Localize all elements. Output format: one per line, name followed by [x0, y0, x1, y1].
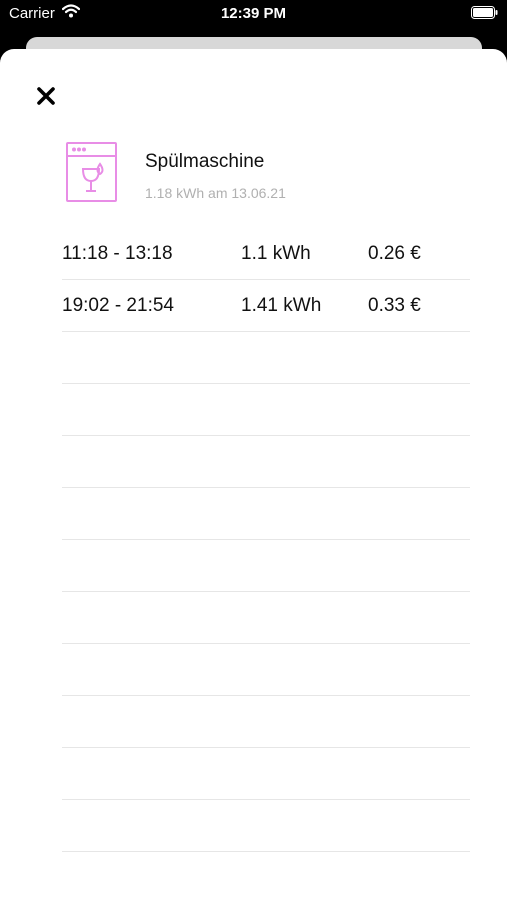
session-time: 11:18 - 13:18: [62, 243, 173, 264]
appliance-summary: 1.18 kWh am 13.06.21: [145, 185, 286, 201]
table-row: [62, 436, 470, 488]
session-energy: 1.1 kWh: [241, 243, 311, 264]
table-row: [62, 332, 470, 384]
session-cost: 0.33 €: [368, 295, 421, 316]
session-cost: 0.26 €: [368, 243, 421, 264]
status-time: 12:39 PM: [220, 5, 287, 22]
table-row: [62, 592, 470, 644]
close-icon: [37, 87, 55, 105]
status-bar: Carrier 12:39 PM: [0, 0, 507, 28]
session-time: 19:02 - 21:54: [62, 295, 174, 316]
sessions-table: 11:18 - 13:18 1.1 kWh 0.26 € 19:02 - 21:…: [62, 228, 470, 852]
close-button[interactable]: [34, 84, 58, 108]
battery-icon: [471, 6, 498, 19]
appliance-name: Spülmaschine: [145, 151, 265, 172]
table-row: [62, 800, 470, 852]
table-row: [62, 384, 470, 436]
session-energy: 1.41 kWh: [241, 295, 322, 316]
table-row: [62, 644, 470, 696]
table-row: [62, 696, 470, 748]
table-row: [62, 488, 470, 540]
table-row: 11:18 - 13:18 1.1 kWh 0.26 €: [62, 228, 470, 280]
table-row: [62, 540, 470, 592]
table-row: 19:02 - 21:54 1.41 kWh 0.33 €: [62, 280, 470, 332]
table-row: [62, 748, 470, 800]
dishwasher-icon: [66, 142, 117, 202]
